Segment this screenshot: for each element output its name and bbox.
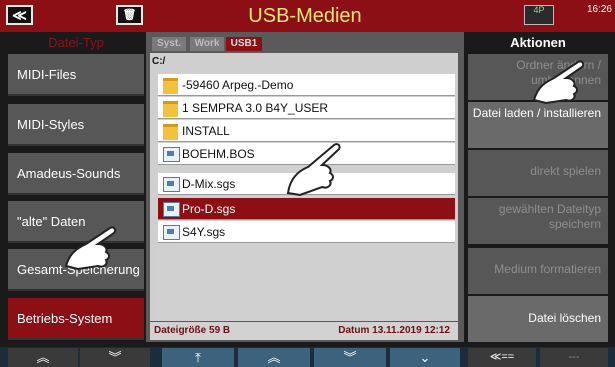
scroll-page-up-button[interactable]: ︽ [238, 348, 310, 367]
scroll-down-button[interactable]: ⌄ [390, 348, 460, 367]
list-item[interactable]: 1 SEMPRA 3.0 B4Y_USER [158, 97, 455, 119]
page-up-left-button[interactable]: ︽ [8, 348, 78, 367]
page-title: USB-Medien [248, 5, 362, 27]
file-name: S4Y.sgs [182, 225, 226, 239]
pointing-hand-icon [286, 143, 341, 197]
file-type-operating-system[interactable]: Betriebs-System [8, 298, 144, 340]
tab-usb1[interactable]: USB1 [226, 37, 262, 51]
pointing-hand-icon [532, 60, 585, 105]
file-size: Dateigröße 59 B [154, 325, 231, 336]
file-icon [163, 177, 180, 192]
file-icon [163, 147, 180, 162]
list-item-selected[interactable]: Pro-D.sgs [158, 198, 455, 220]
play-directly-button[interactable]: direkt spielen [468, 150, 608, 196]
file-icon [163, 202, 180, 217]
file-date: Datum 13.11.2019 12:12 [338, 325, 450, 336]
delete-file-button[interactable]: Datei löschen [468, 296, 608, 342]
actions-heading: Aktionen [510, 35, 566, 50]
format-media-button[interactable]: Medium formatieren [468, 248, 608, 294]
file-name: -59460 Arpeg.-Demo [182, 78, 294, 92]
empty-button: --- [540, 348, 608, 367]
load-file-button[interactable]: Datei laden / installieren [468, 102, 608, 148]
file-type-midi-files[interactable]: MIDI-Files [8, 54, 144, 96]
status-bar: Dateigröße 59 B Datum 13.11.2019 12:12 [150, 322, 458, 340]
locked-folder-icon [163, 124, 178, 140]
file-name: BOEHM.BOS [182, 147, 255, 161]
device-icon: 4P [524, 5, 554, 25]
file-type-heading: Datei-Typ [48, 35, 104, 50]
file-type-amadeus-sounds[interactable]: Amadeus-Sounds [8, 153, 144, 195]
list-item[interactable]: -59460 Arpeg.-Demo [158, 74, 455, 96]
file-name: D-Mix.sgs [182, 177, 236, 191]
pointing-hand-icon [64, 226, 117, 271]
scroll-top-button[interactable]: ⤒ [162, 348, 234, 367]
file-icon [163, 225, 180, 240]
folder-icon [163, 101, 178, 117]
current-path: C:/ [152, 56, 166, 67]
scroll-page-down-button[interactable]: ︾ [314, 348, 386, 367]
back-icon[interactable]: ≪ [6, 5, 33, 25]
list-item[interactable]: S4Y.sgs [158, 221, 455, 243]
tab-work[interactable]: Work [190, 37, 224, 51]
file-name: INSTALL [182, 124, 230, 138]
file-name: 1 SEMPRA 3.0 B4Y_USER [182, 101, 329, 115]
folder-icon [163, 78, 178, 94]
page-down-left-button[interactable]: ︾ [80, 348, 150, 367]
back-button[interactable]: ≪== [468, 348, 536, 367]
file-name: Pro-D.sgs [182, 202, 236, 216]
trash-icon[interactable]: 🗑 [116, 5, 143, 25]
tab-system[interactable]: Syst. [152, 37, 186, 51]
save-file-type-button[interactable]: gewählten Dateityp speichern [468, 198, 608, 244]
clock: 16:26 [586, 4, 612, 15]
file-type-midi-styles[interactable]: MIDI-Styles [8, 104, 144, 146]
